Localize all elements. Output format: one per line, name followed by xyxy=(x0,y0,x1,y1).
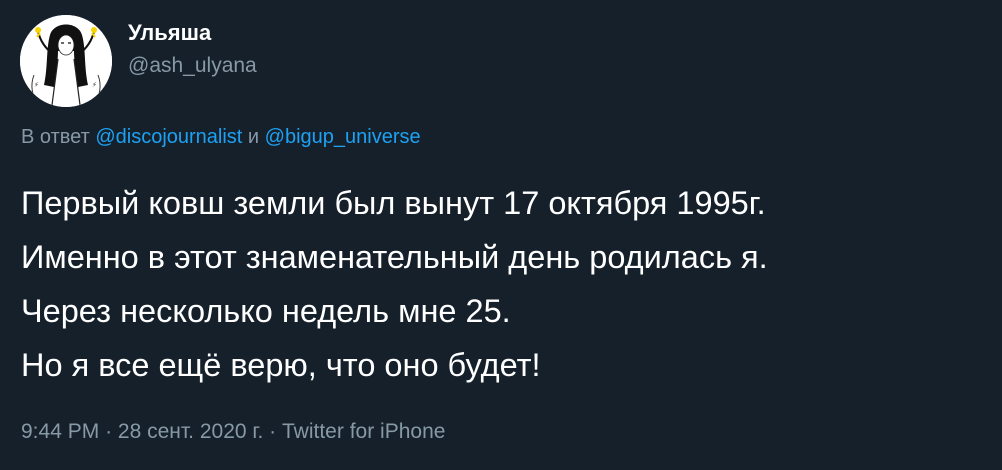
mention-link-discojournalist[interactable]: @discojournalist xyxy=(95,126,242,148)
mention-link-bigup-universe[interactable]: @bigup_universe xyxy=(265,126,421,148)
reply-conjunction: и xyxy=(247,126,260,148)
svg-text:⚡: ⚡ xyxy=(92,81,97,89)
svg-text:⚡: ⚡ xyxy=(34,81,39,89)
reply-prefix: В ответ xyxy=(21,126,90,148)
user-handle[interactable]: @ash_ulyana xyxy=(128,54,257,78)
tweet-text: Первый ковш земли был вынут 17 октября 1… xyxy=(21,176,768,392)
user-avatar-icon: ⚡ ⚡ xyxy=(20,15,112,107)
tweet-text-line: Именно в этот знаменательный день родила… xyxy=(21,239,768,275)
tweet-date[interactable]: 28 сент. 2020 г. xyxy=(118,420,263,443)
avatar[interactable]: ⚡ ⚡ xyxy=(20,15,112,107)
tweet-time[interactable]: 9:44 PM xyxy=(21,420,99,443)
reply-context: В ответ @discojournalist и @bigup_univer… xyxy=(21,126,421,149)
meta-separator: · xyxy=(105,420,113,443)
tweet-meta: 9:44 PM · 28 сент. 2020 г. · Twitter for… xyxy=(21,420,445,444)
tweet-text-line: Первый ковш земли был вынут 17 октября 1… xyxy=(21,185,766,221)
tweet-text-line: Но я все ещё верю, что оно будет! xyxy=(21,347,541,383)
meta-separator: · xyxy=(269,420,277,443)
tweet-text-line: Через несколько недель мне 25. xyxy=(21,293,511,329)
tweet-source[interactable]: Twitter for iPhone xyxy=(282,420,445,443)
tweet-card: ⚡ ⚡ Ульяша @ash_ulyana В ответ @discojou… xyxy=(0,0,1002,470)
display-name[interactable]: Ульяша xyxy=(128,20,211,46)
